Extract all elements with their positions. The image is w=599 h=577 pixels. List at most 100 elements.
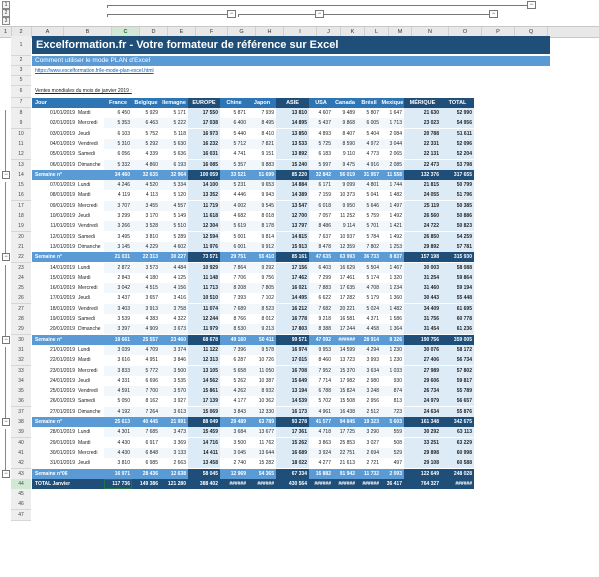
- value-cell[interactable]: 2 512: [357, 406, 381, 417]
- value-cell[interactable]: 59 817: [441, 375, 474, 386]
- value-cell[interactable]: 31 957: [357, 169, 381, 180]
- value-cell[interactable]: 6 103: [104, 129, 132, 139]
- value-cell[interactable]: 5 149: [160, 211, 188, 221]
- value-cell[interactable]: 10 362: [248, 396, 276, 406]
- value-cell[interactable]: 29 606: [404, 375, 441, 386]
- value-cell[interactable]: 9 475: [333, 159, 357, 170]
- value-cell[interactable]: 5 120: [160, 190, 188, 200]
- value-cell[interactable]: 5 357: [220, 159, 248, 170]
- value-cell[interactable]: 11 976: [188, 241, 220, 252]
- value-cell[interactable]: 8 478: [309, 241, 333, 252]
- column-title-0[interactable]: Jour: [32, 98, 104, 108]
- value-cell[interactable]: 2 872: [104, 262, 132, 273]
- value-cell[interactable]: 4 371: [357, 314, 381, 324]
- weekday-cell[interactable]: Mardi: [78, 108, 104, 118]
- value-cell[interactable]: 60 998: [441, 447, 474, 458]
- value-cell[interactable]: 4 125: [160, 273, 188, 283]
- value-cell[interactable]: 91 942: [333, 468, 357, 479]
- value-cell[interactable]: 21 630: [404, 108, 441, 118]
- value-cell[interactable]: 4 607: [309, 108, 333, 118]
- value-cell[interactable]: 26 560: [404, 211, 441, 221]
- value-cell[interactable]: 4 294: [357, 344, 381, 355]
- value-cell[interactable]: 16 629: [333, 262, 357, 273]
- value-cell[interactable]: 16 031: [188, 149, 220, 160]
- value-cell[interactable]: 1 497: [381, 200, 404, 211]
- date-cell[interactable]: 05/01/2019: [32, 149, 78, 159]
- value-cell[interactable]: 15 240: [276, 159, 309, 170]
- row-header[interactable]: 1: [11, 36, 31, 56]
- value-cell[interactable]: ######: [333, 334, 357, 345]
- value-cell[interactable]: 2 843: [104, 273, 132, 283]
- value-cell[interactable]: 4 458: [357, 324, 381, 335]
- value-cell[interactable]: 5 041: [357, 190, 381, 200]
- value-cell[interactable]: 1 364: [381, 324, 404, 335]
- value-cell[interactable]: 9 151: [248, 149, 276, 159]
- value-cell[interactable]: 13 892: [276, 149, 309, 160]
- value-cell[interactable]: 17 725: [333, 427, 357, 438]
- value-cell[interactable]: 5 353: [104, 118, 132, 129]
- value-cell[interactable]: 3 570: [160, 386, 188, 397]
- value-cell[interactable]: 13 533: [276, 138, 309, 149]
- value-cell[interactable]: 1 230: [381, 344, 404, 355]
- value-cell[interactable]: 60 778: [441, 314, 474, 324]
- value-cell[interactable]: 15 649: [276, 375, 309, 386]
- value-cell[interactable]: 20 788: [404, 128, 441, 139]
- value-cell[interactable]: 12 304: [188, 221, 220, 232]
- row-header[interactable]: 5: [11, 76, 31, 86]
- value-cell[interactable]: 56 657: [441, 396, 474, 407]
- value-cell[interactable]: 14 599: [333, 344, 357, 355]
- value-cell[interactable]: 6 001: [220, 241, 248, 252]
- row-header[interactable]: 6: [11, 86, 31, 98]
- value-cell[interactable]: 22 313: [132, 252, 160, 263]
- value-cell[interactable]: 7 396: [220, 344, 248, 355]
- value-cell[interactable]: 8 407: [333, 129, 357, 139]
- value-cell[interactable]: 50 823: [441, 221, 474, 232]
- weekday-cell[interactable]: Lundi: [78, 345, 104, 355]
- value-cell[interactable]: 6 171: [309, 180, 333, 191]
- value-cell[interactable]: 4 893: [309, 129, 333, 139]
- value-cell[interactable]: 5 636: [160, 149, 188, 159]
- value-cell[interactable]: 3 416: [160, 293, 188, 303]
- value-cell[interactable]: 36 733: [357, 252, 381, 263]
- value-cell[interactable]: 1 492: [381, 211, 404, 221]
- date-cell[interactable]: 15/01/2019: [32, 273, 78, 283]
- value-cell[interactable]: 3 993: [357, 355, 381, 365]
- value-cell[interactable]: 3 707: [104, 200, 132, 211]
- value-cell[interactable]: 54 365: [248, 468, 276, 479]
- column-title-6[interactable]: Japon: [248, 98, 276, 108]
- value-cell[interactable]: 22 473: [404, 159, 441, 170]
- value-cell[interactable]: 17 361: [276, 427, 309, 438]
- value-cell[interactable]: 29 898: [404, 447, 441, 458]
- value-cell[interactable]: 13 352: [188, 190, 220, 201]
- value-cell[interactable]: 5 784: [357, 232, 381, 242]
- value-cell[interactable]: 31 460: [404, 283, 441, 294]
- value-cell[interactable]: 29 108: [404, 458, 441, 469]
- value-cell[interactable]: 11 719: [188, 200, 220, 211]
- value-cell[interactable]: 6 400: [220, 118, 248, 129]
- date-cell[interactable]: 11/01/2019: [32, 221, 78, 231]
- value-cell[interactable]: 342 675: [441, 417, 474, 427]
- value-cell[interactable]: 3 684: [220, 427, 248, 438]
- value-cell[interactable]: 55 876: [441, 406, 474, 417]
- value-cell[interactable]: 4 961: [309, 406, 333, 417]
- value-cell[interactable]: 3 495: [104, 232, 132, 242]
- value-cell[interactable]: 248 028: [441, 468, 474, 479]
- value-cell[interactable]: 12 359: [333, 241, 357, 252]
- value-cell[interactable]: 10 929: [188, 262, 220, 273]
- value-cell[interactable]: 1 647: [381, 108, 404, 118]
- value-cell[interactable]: 14 562: [188, 375, 220, 386]
- weekday-cell[interactable]: Mardi: [78, 355, 104, 365]
- value-cell[interactable]: 5 174: [357, 273, 381, 283]
- value-cell[interactable]: 13 547: [276, 200, 309, 211]
- date-cell[interactable]: 30/01/2019: [32, 448, 78, 458]
- value-cell[interactable]: 4 446: [220, 190, 248, 200]
- value-cell[interactable]: 5 332: [104, 159, 132, 170]
- value-cell[interactable]: 13 105: [188, 365, 220, 376]
- value-cell[interactable]: 9 943: [248, 190, 276, 200]
- value-cell[interactable]: 5 504: [357, 262, 381, 273]
- value-cell[interactable]: 5 603: [381, 417, 404, 427]
- date-cell[interactable]: 08/01/2019: [32, 190, 78, 200]
- value-cell[interactable]: 2 093: [381, 468, 404, 479]
- value-cell[interactable]: 51 611: [441, 128, 474, 139]
- value-cell[interactable]: 7 714: [309, 376, 333, 386]
